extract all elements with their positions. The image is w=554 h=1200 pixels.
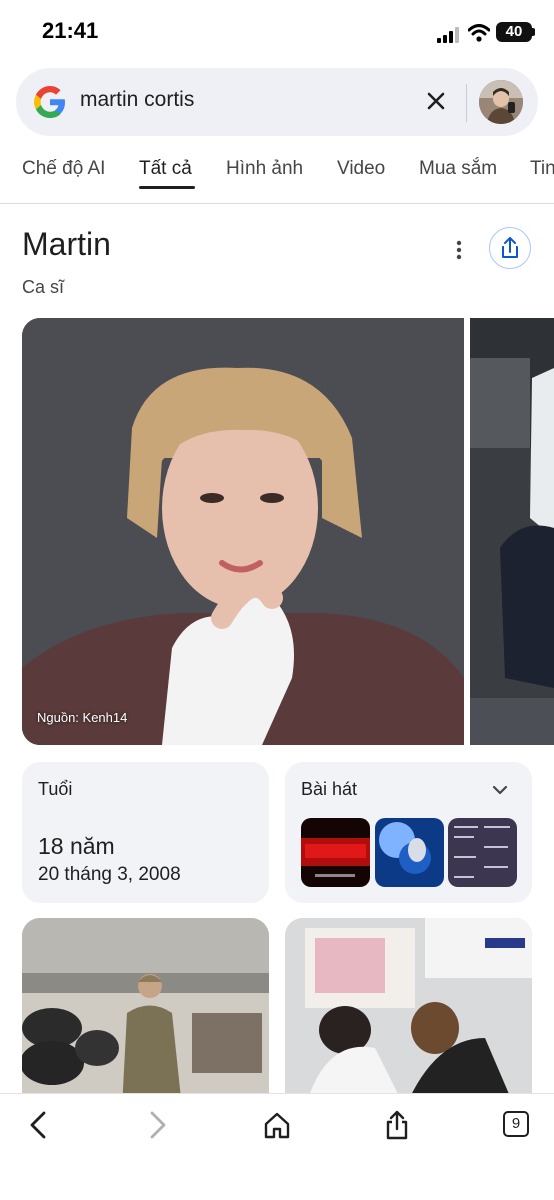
- result-image[interactable]: [22, 918, 269, 1108]
- song-cover-image: [301, 818, 370, 887]
- tab-images[interactable]: Hình ảnh: [226, 158, 303, 180]
- song-thumbnail[interactable]: [375, 818, 444, 887]
- avatar-image: [479, 80, 523, 124]
- age-value: 18 năm: [38, 833, 115, 859]
- tabs-divider: [0, 203, 554, 204]
- google-logo-icon[interactable]: [32, 84, 68, 120]
- songs-label: Bài hát: [301, 779, 358, 799]
- close-icon[interactable]: [424, 89, 448, 113]
- chevron-down-icon[interactable]: [490, 780, 510, 800]
- song-thumbnail[interactable]: [301, 818, 370, 887]
- result-photo: [22, 918, 269, 1108]
- share-icon: [502, 237, 518, 258]
- cellular-signal-icon: [437, 27, 459, 43]
- search-divider: [466, 84, 467, 122]
- battery-tip: [532, 28, 535, 36]
- song-thumbnail[interactable]: [448, 818, 517, 887]
- song-cover-image: [375, 818, 444, 887]
- back-icon[interactable]: [24, 1110, 54, 1140]
- image-source: Nguồn: Kenh14: [37, 710, 128, 725]
- tab-all[interactable]: Tất cả: [139, 158, 192, 180]
- wifi-icon: [468, 24, 490, 42]
- share-button[interactable]: [489, 227, 531, 269]
- search-input[interactable]: martin cortis: [80, 88, 194, 112]
- avatar[interactable]: [479, 80, 523, 124]
- share-icon[interactable]: [382, 1110, 412, 1140]
- result-image[interactable]: [285, 918, 532, 1108]
- tab-news[interactable]: Tin: [530, 158, 554, 180]
- tab-shopping[interactable]: Mua sắm: [419, 158, 497, 180]
- result-photo: [285, 918, 532, 1108]
- forward-icon[interactable]: [142, 1110, 172, 1140]
- side-photo-image: [470, 318, 554, 745]
- tab-video[interactable]: Video: [337, 158, 385, 180]
- tabs-count-button[interactable]: 9: [503, 1111, 529, 1137]
- song-cover-image: [448, 818, 517, 887]
- tab-active-indicator: [139, 186, 195, 189]
- more-options-icon[interactable]: [449, 238, 469, 262]
- age-label: Tuổi: [38, 779, 73, 799]
- tab-ai-mode[interactable]: Chế độ AI: [22, 158, 105, 180]
- entity-title: Martin: [22, 226, 111, 262]
- entity-subtitle: Ca sĩ: [22, 277, 65, 297]
- home-icon[interactable]: [262, 1110, 292, 1140]
- status-time: 21:41: [42, 18, 99, 43]
- portrait-image: [22, 318, 464, 745]
- main-photo[interactable]: [22, 318, 464, 745]
- side-photo[interactable]: [470, 318, 554, 745]
- battery-indicator: 40: [496, 22, 532, 42]
- birth-date: 20 tháng 3, 2008: [38, 864, 181, 885]
